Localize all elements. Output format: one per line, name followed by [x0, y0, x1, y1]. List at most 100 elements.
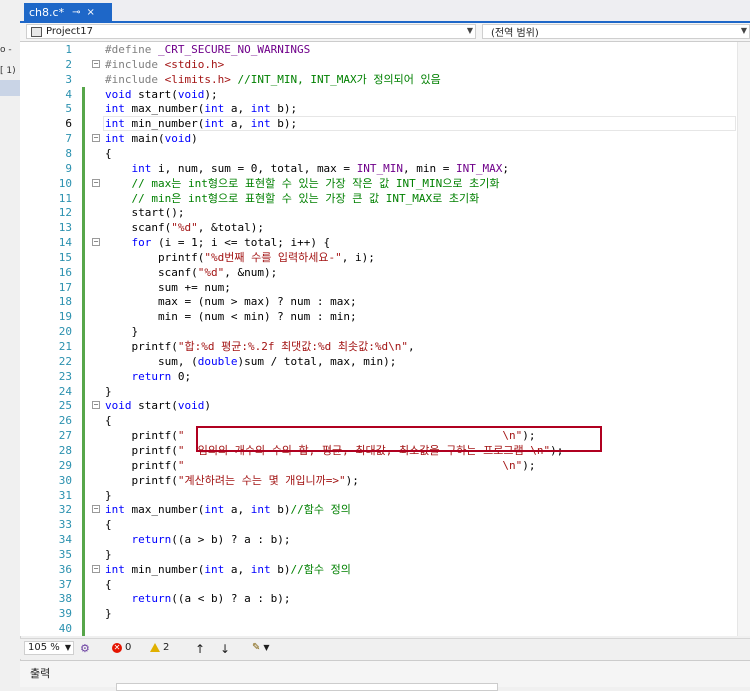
change-indicator: [82, 532, 85, 548]
line-number: 27: [58, 429, 72, 443]
code-text: }: [105, 384, 112, 398]
warning-icon: [150, 643, 160, 652]
code-cleanup-button[interactable]: ⚙: [80, 642, 90, 655]
code-line[interactable]: 3 #include <limits.h> //INT_MIN, INT_MAX가…: [20, 72, 738, 87]
line-number: 19: [58, 310, 72, 324]
line-number: 12: [58, 206, 72, 220]
scope-dropdown[interactable]: (전역 범위) ▼: [482, 24, 750, 39]
warnings-indicator[interactable]: 2: [150, 642, 169, 653]
line-number: 31: [58, 488, 72, 502]
line-number: 39: [58, 607, 72, 621]
code-line[interactable]: 9 int i, num, sum = 0, total, max = INT_…: [20, 160, 738, 176]
code-line[interactable]: 12 start();: [20, 205, 738, 221]
brush-dropdown-button[interactable]: ✎ ▼: [252, 642, 270, 653]
left-strip-item-1[interactable]: o -: [0, 45, 20, 55]
code-line[interactable]: 7 − int main(void): [20, 131, 738, 147]
change-indicator: [82, 220, 85, 236]
project-dropdown[interactable]: Project17 ▼: [26, 24, 476, 39]
code-line[interactable]: 35}: [20, 546, 738, 562]
collapse-icon[interactable]: −: [92, 505, 100, 514]
line-number: 30: [58, 473, 72, 487]
close-icon[interactable]: ×: [86, 7, 94, 18]
code-line[interactable]: 18 max = (num > max) ? num : max;: [20, 294, 738, 310]
code-line[interactable]: 19 min = (num < min) ? num : min;: [20, 309, 738, 325]
code-text: {: [105, 577, 112, 591]
code-line[interactable]: 31}: [20, 487, 738, 503]
code-text: {: [105, 518, 112, 532]
code-line[interactable]: 4 void start(void);: [20, 86, 738, 102]
code-line[interactable]: 23 return 0;: [20, 368, 738, 384]
code-line[interactable]: 13 scanf("%d", &total);: [20, 220, 738, 236]
code-line[interactable]: 26 {: [20, 413, 738, 429]
code-line[interactable]: 15 printf("%d번째 수를 입력하세요-", i);: [20, 249, 738, 265]
code-editor[interactable]: 1 #define _CRT_SECURE_NO_WARNINGS 2− #inclu…: [20, 42, 750, 637]
line-number: 20: [58, 325, 72, 339]
code-line[interactable]: 25 − void start(void): [20, 398, 738, 414]
code-line[interactable]: 30 printf("계산하려는 수는 몇 개입니까=>");: [20, 472, 738, 488]
code-text: }: [105, 325, 139, 339]
collapse-icon[interactable]: −: [92, 401, 100, 410]
line-number: 24: [58, 384, 72, 398]
code-line[interactable]: 32 − int max_number(int a, int b)//함수 정의: [20, 502, 738, 518]
scope-name: (전역 범위): [491, 28, 539, 39]
collapse-icon[interactable]: −: [92, 134, 100, 143]
code-text: max = (num > max) ? num : max;: [105, 295, 357, 309]
code-line[interactable]: 38 return((a < b) ? a : b);: [20, 591, 738, 607]
code-line[interactable]: 28 printf(" 임의의 개수의 수의 합, 평균, 최대값, 최소값을 …: [20, 442, 738, 458]
code-line[interactable]: 40: [20, 621, 738, 637]
code-line[interactable]: 22 sum, (double)sum / total, max, min);: [20, 353, 738, 369]
code-line[interactable]: 27 printf(" \n");: [20, 428, 738, 444]
line-number: 32: [58, 503, 72, 517]
code-line[interactable]: 39}: [20, 606, 738, 622]
output-source-strip[interactable]: [116, 683, 498, 691]
code-line[interactable]: 24}: [20, 383, 738, 399]
code-line[interactable]: 33 {: [20, 517, 738, 533]
error-count: 0: [125, 642, 132, 653]
code-text: int i, num, sum = 0, total, max = INT_MI…: [131, 161, 510, 175]
code-line[interactable]: 16 scanf("%d", &num);: [20, 264, 738, 280]
code-line[interactable]: 10 − // max는 int형으로 표현할 수 있는 가장 작은 값 INT_…: [20, 175, 738, 191]
errors-indicator[interactable]: ✕ 0: [112, 642, 131, 653]
code-line[interactable]: 6 int min_number(int a, int b);: [20, 116, 738, 132]
code-line[interactable]: 36 − int min_number(int a, int b)//함수 정의: [20, 561, 738, 577]
chevron-down-icon: ▼: [466, 26, 473, 35]
code-text: void start(void): [105, 399, 211, 413]
left-strip-item-2[interactable]: [ 1): [0, 66, 20, 76]
code-line[interactable]: 8{: [20, 145, 738, 161]
code-line[interactable]: 21 printf("합:%d 평균:%.2f 최댓값:%d 최솟값:%d\n"…: [20, 339, 738, 354]
code-text: int min_number(int a, int b);: [105, 117, 298, 131]
code-line[interactable]: 14 − for (i = 1; i <= total; i++) {: [20, 235, 738, 251]
code-text: printf(" \n");: [105, 458, 536, 472]
code-line[interactable]: 20 }: [20, 324, 738, 340]
code-text: printf(" \n");: [105, 429, 536, 443]
next-issue-button[interactable]: ↓: [220, 642, 230, 656]
line-number: 38: [58, 592, 72, 606]
pin-icon[interactable]: ⊸: [72, 7, 80, 18]
code-line[interactable]: 37 {: [20, 576, 738, 592]
code-line[interactable]: 29 printf(" \n");: [20, 457, 738, 473]
code-text: return 0;: [131, 369, 192, 383]
code-line[interactable]: 34 return((a > b) ? a : b);: [20, 532, 738, 548]
change-indicator: [82, 235, 85, 251]
code-line[interactable]: 5 int max_number(int a, int b);: [20, 101, 738, 117]
collapse-icon[interactable]: −: [92, 178, 100, 187]
code-text: #define _CRT_SECURE_NO_WARNINGS: [105, 43, 311, 56]
change-indicator: [82, 264, 85, 280]
code-line[interactable]: 1 #define _CRT_SECURE_NO_WARNINGS: [20, 42, 738, 57]
code-line[interactable]: 17 sum += num;: [20, 279, 738, 295]
collapse-icon[interactable]: −: [92, 59, 100, 68]
zoom-dropdown[interactable]: 105 % ▼: [24, 641, 74, 655]
collapse-icon[interactable]: −: [92, 564, 100, 573]
line-number: 16: [58, 265, 72, 279]
change-indicator: [82, 591, 85, 607]
code-line[interactable]: 11 // min은 int형으로 표현할 수 있는 가장 큰 값 INT_MA…: [20, 190, 738, 206]
left-strip-selection[interactable]: [0, 80, 20, 96]
vertical-scrollbar[interactable]: [737, 42, 750, 636]
zoom-level: 105 %: [28, 642, 60, 653]
previous-issue-button[interactable]: ↑: [195, 642, 205, 656]
change-indicator: [82, 294, 85, 310]
collapse-icon[interactable]: −: [92, 238, 100, 247]
code-line[interactable]: 2 − #include <stdio.h>: [20, 57, 738, 72]
code-text: for (i = 1; i <= total; i++) {: [131, 236, 331, 250]
tab-ch8-c[interactable]: ch8.c* ⊸ ×: [24, 3, 112, 21]
